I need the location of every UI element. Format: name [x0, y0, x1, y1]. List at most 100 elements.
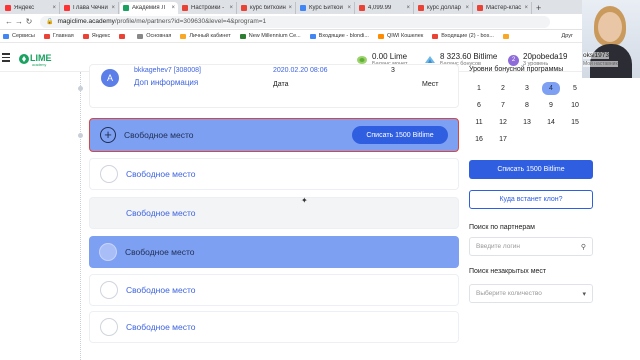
- bookmark-label: New Millennium Ce...: [248, 33, 301, 39]
- tab-title: Мастер-клас: [486, 5, 522, 11]
- slot-title: Свободное место: [126, 285, 196, 295]
- favicon-icon: [477, 5, 483, 11]
- date-label: Дата: [273, 81, 289, 88]
- chevron-down-icon[interactable]: ▾: [582, 290, 586, 298]
- bookmark-item[interactable]: Личный кабинет: [180, 33, 231, 39]
- level-button-14[interactable]: 14: [542, 116, 560, 129]
- timeline-dot: [78, 133, 83, 138]
- free-slot[interactable]: Свободное место: [89, 158, 459, 190]
- reload-icon[interactable]: ↻: [24, 17, 34, 26]
- tab-title: курс биткоин: [250, 5, 286, 11]
- browser-tab[interactable]: Яндекс ×: [2, 2, 60, 14]
- clone-placement-button[interactable]: Куда встанет клон?: [469, 190, 593, 209]
- bookmark-item[interactable]: Сервисы: [3, 33, 35, 39]
- bookmark-label: Главная: [52, 33, 74, 39]
- slot-title: Свободное место: [124, 130, 194, 140]
- close-tab-icon[interactable]: ×: [171, 5, 175, 11]
- bookmarks-bar: Сервисы Главная Яндекс Основная Личный кабин…: [0, 30, 640, 43]
- free-slot-selected[interactable]: + Свободное место Списать 1500 Bitlime: [89, 118, 459, 152]
- bookmark-item[interactable]: Основная: [137, 33, 171, 39]
- partner-search-input[interactable]: Введите логин ⚲: [469, 237, 593, 256]
- level-button-9[interactable]: 9: [542, 99, 560, 112]
- level-button-3[interactable]: 3: [518, 82, 536, 95]
- spend-bitlime-main-button[interactable]: Списать 1500 Bitlime: [469, 160, 593, 179]
- free-slot[interactable]: Свободное место: [89, 311, 459, 343]
- other-bookmarks[interactable]: Друг: [562, 33, 573, 39]
- level-button-8[interactable]: 8: [518, 99, 536, 112]
- favicon-icon: [5, 5, 11, 11]
- partner-name[interactable]: bkkagehev7 [308008]: [134, 67, 201, 74]
- browser-tab[interactable]: Мастер-клас ×: [474, 2, 532, 14]
- browser-tab[interactable]: курс биткоин ×: [238, 2, 296, 14]
- bookmark-item[interactable]: New Millennium Ce...: [239, 33, 301, 39]
- bookmark-label: Личный кабинет: [189, 33, 231, 39]
- level-button-17[interactable]: 17: [494, 133, 512, 146]
- bookmark-icon: [502, 33, 509, 39]
- close-tab-icon[interactable]: ×: [288, 5, 292, 11]
- open-places-select[interactable]: Выберите количество ▾: [469, 284, 593, 303]
- bookmark-item[interactable]: Входящие (2) - bos...: [432, 33, 494, 39]
- level-button-15[interactable]: 15: [566, 116, 584, 129]
- level-button-2[interactable]: 2: [494, 82, 512, 95]
- level-button-7[interactable]: 7: [494, 99, 512, 112]
- bookmark-item[interactable]: QIWI Кошелек: [377, 33, 423, 39]
- favicon-icon: [300, 5, 306, 11]
- level-button-6[interactable]: 6: [470, 99, 488, 112]
- bookmark-item[interactable]: [119, 33, 128, 39]
- forward-icon[interactable]: →: [14, 17, 24, 26]
- bookmark-item[interactable]: Входящие - blondi...: [309, 33, 369, 39]
- bookmark-item[interactable]: [502, 33, 512, 39]
- partner-search-placeholder: Введите логин: [476, 243, 521, 250]
- mouse-pointer-icon: ✦: [301, 196, 308, 205]
- bookmark-label: Яндекс: [91, 33, 111, 39]
- browser-tab[interactable]: курс доллар ×: [415, 2, 473, 14]
- bookmark-icon: [432, 33, 439, 39]
- level-button-1[interactable]: 1: [470, 82, 488, 95]
- menu-icon[interactable]: [2, 53, 10, 64]
- close-tab-icon[interactable]: ×: [347, 5, 351, 11]
- more-info-link[interactable]: Доп информация: [134, 78, 198, 87]
- favicon-icon: [359, 5, 365, 11]
- browser-tab[interactable]: 4,099.99 ×: [356, 2, 414, 14]
- new-tab-icon[interactable]: +: [536, 3, 541, 13]
- close-tab-icon[interactable]: ×: [406, 5, 410, 11]
- close-tab-icon[interactable]: ×: [524, 5, 528, 11]
- level-button-5[interactable]: 5: [566, 82, 584, 95]
- places-label: Мест: [422, 81, 439, 88]
- url-path: /profile/me/partners?id=309630&level=4&p…: [114, 18, 267, 25]
- close-tab-icon[interactable]: ×: [229, 5, 233, 11]
- tab-title: Настройки -: [191, 5, 225, 11]
- open-places-placeholder: Выберите количество: [476, 290, 542, 297]
- partner-avatar: A: [101, 69, 119, 87]
- slot-title: Свободное место: [126, 208, 196, 218]
- free-slot-parent[interactable]: Свободное место: [89, 236, 459, 268]
- bookmark-icon: [377, 33, 384, 39]
- free-slot[interactable]: Свободное место: [89, 274, 459, 306]
- browser-tab[interactable]: Курс Биткои ×: [297, 2, 355, 14]
- level-button-10[interactable]: 10: [566, 99, 584, 112]
- bookmark-item[interactable]: Главная: [43, 33, 74, 39]
- close-tab-icon[interactable]: ×: [465, 5, 469, 11]
- browser-tab[interactable]: Настройки - ×: [179, 2, 237, 14]
- browser-address-row: ← → ↻ 🔒 magiclime.academy /profile/me/pa…: [0, 14, 640, 30]
- spend-bitlime-button[interactable]: Списать 1500 Bitlime: [352, 126, 448, 144]
- level-button-13[interactable]: 13: [518, 116, 536, 129]
- browser-tab[interactable]: Академия Л ×: [120, 2, 178, 14]
- level-button-11[interactable]: 11: [470, 116, 488, 129]
- bookmark-icon: [309, 33, 316, 39]
- level-button-16[interactable]: 16: [470, 133, 488, 146]
- level-button-12[interactable]: 12: [494, 116, 512, 129]
- timeline-dot: [78, 86, 83, 91]
- close-tab-icon[interactable]: ×: [111, 5, 115, 11]
- search-icon[interactable]: ⚲: [581, 243, 586, 251]
- free-slot[interactable]: Свободное место: [89, 197, 459, 229]
- browser-tab[interactable]: Глава Чечни - ×: [61, 2, 119, 14]
- close-tab-icon[interactable]: ×: [52, 5, 56, 11]
- lime-logo[interactable]: LIME academy: [18, 50, 62, 68]
- plus-icon[interactable]: +: [100, 127, 116, 143]
- level-button-4[interactable]: 4: [542, 82, 560, 95]
- back-icon[interactable]: ←: [4, 17, 14, 26]
- address-bar[interactable]: 🔒 magiclime.academy /profile/me/partners…: [40, 15, 550, 28]
- partner-date-value: 2020.02.20 08:06: [273, 67, 328, 74]
- bookmark-item[interactable]: Яндекс: [82, 33, 111, 39]
